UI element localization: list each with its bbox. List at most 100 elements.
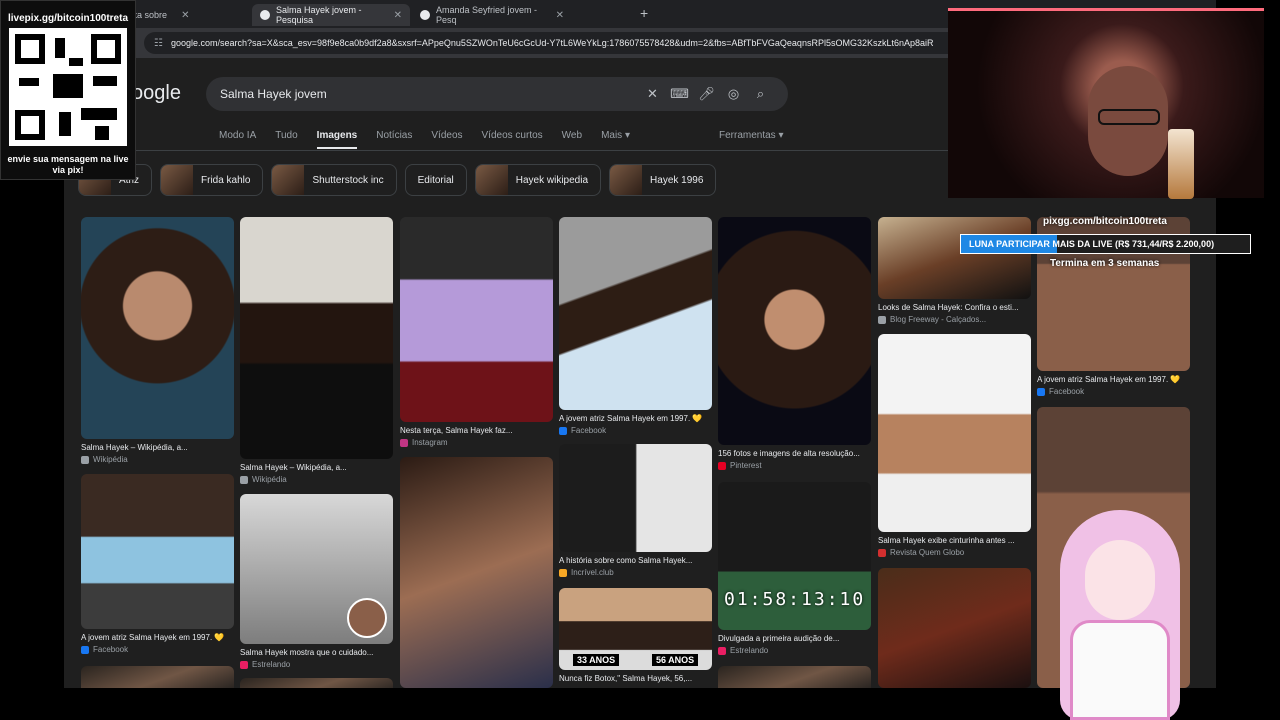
qr-title: livepix.gg/bitcoin100treta: [7, 13, 129, 24]
site-info-icon[interactable]: ☷: [154, 38, 163, 49]
tab-web[interactable]: Web: [562, 130, 582, 149]
chip-thumbnail: [475, 165, 508, 195]
lens-icon[interactable]: ◎: [720, 86, 747, 102]
result-title[interactable]: A jovem atriz Salma Hayek em 1997. 💛: [559, 414, 712, 423]
result-source: Wikipédia: [81, 455, 234, 464]
tab-modo-ia[interactable]: Modo IA: [219, 130, 256, 149]
new-tab-plus-icon[interactable]: +: [640, 5, 648, 21]
result-image[interactable]: [400, 217, 553, 422]
image-result[interactable]: [400, 457, 553, 688]
result-image[interactable]: [878, 568, 1031, 688]
result-image[interactable]: [81, 474, 234, 629]
result-image[interactable]: [718, 666, 871, 688]
image-result[interactable]: Salma Hayek mostra que o cuidado... Estr…: [240, 494, 393, 669]
search-box[interactable]: Salma Hayek jovem ✕ ⌨ 🎤︎ ◎ ⌕: [206, 77, 788, 111]
image-result[interactable]: Salma Hayek exibe cinturinha antes ... R…: [878, 334, 1031, 557]
result-image[interactable]: 33 ANOS 56 ANOS: [559, 588, 712, 670]
facebook-icon: [81, 645, 89, 654]
image-result[interactable]: A jovem atriz Salma Hayek em 1997. 💛 Fac…: [81, 474, 234, 654]
result-image[interactable]: [400, 457, 553, 688]
address-bar[interactable]: ☷ google.com/search?sa=X&sca_esv=98f9e8c…: [144, 32, 1024, 54]
quem-globo-icon: [878, 548, 886, 557]
search-input[interactable]: Salma Hayek jovem: [220, 87, 639, 101]
close-icon[interactable]: ✕: [394, 10, 402, 21]
image-result[interactable]: 33 ANOS 56 ANOS Nunca fiz Botox," Salma …: [559, 588, 712, 683]
image-result[interactable]: [81, 666, 234, 688]
close-icon[interactable]: ✕: [181, 10, 189, 21]
result-image[interactable]: [81, 217, 234, 439]
result-title[interactable]: Salma Hayek mostra que o cuidado...: [240, 648, 393, 657]
browser-tab-active[interactable]: Salma Hayek jovem - Pesquisa ✕: [252, 4, 410, 26]
result-image[interactable]: [878, 217, 1031, 299]
avatar: [347, 598, 387, 638]
close-icon[interactable]: ✕: [556, 10, 564, 21]
result-source: Facebook: [81, 645, 234, 654]
goal-ends-label: Termina em 3 semanas: [1050, 258, 1160, 269]
google-logo[interactable]: oogle: [132, 82, 181, 105]
search-icon[interactable]: ⌕: [747, 86, 774, 102]
age-label: 33 ANOS: [573, 654, 620, 666]
image-result[interactable]: [240, 678, 393, 688]
image-result[interactable]: Salma Hayek – Wikipédia, a... Wikipédia: [240, 217, 393, 484]
goal-text: LUNA PARTICIPAR MAIS DA LIVE (R$ 731,44/…: [969, 239, 1215, 249]
tab-imagens[interactable]: Imagens: [316, 130, 358, 149]
result-image[interactable]: [240, 494, 393, 644]
tools-button[interactable]: Ferramentas ▾: [719, 130, 783, 141]
chip-hayek-1996[interactable]: Hayek 1996: [609, 164, 717, 196]
result-image[interactable]: 01:58:13:10: [718, 482, 871, 630]
result-title[interactable]: A jovem atriz Salma Hayek em 1997. 💛: [81, 633, 234, 642]
result-source: Facebook: [1037, 387, 1190, 396]
tab-videos-curtos[interactable]: Vídeos curtos: [482, 130, 543, 149]
image-result[interactable]: Salma Hayek – Wikipédia, a... Wikipédia: [81, 217, 234, 464]
facebook-icon: [559, 426, 567, 435]
image-result[interactable]: 156 fotos e imagens de alta resolução...…: [718, 217, 871, 470]
result-title[interactable]: Salma Hayek – Wikipédia, a...: [81, 443, 234, 452]
qr-code: [9, 28, 127, 146]
facebook-icon: [1037, 387, 1045, 396]
tab-tudo[interactable]: Tudo: [275, 130, 297, 149]
result-image[interactable]: [81, 666, 234, 688]
image-result[interactable]: 01:58:13:10 Divulgada a primeira audição…: [718, 482, 871, 655]
chip-editorial[interactable]: Editorial: [404, 164, 467, 196]
qr-footer: envie sua mensagem na live via pix!: [7, 154, 129, 175]
url-text: google.com/search?sa=X&sca_esv=98f9e8ca0…: [170, 38, 934, 48]
result-title[interactable]: Divulgada a primeira audição de...: [718, 634, 871, 643]
chip-hayek-wikipedia[interactable]: Hayek wikipedia: [474, 164, 602, 196]
screen: ayle se manifesta sobre ✕ Salma Hayek jo…: [0, 0, 1280, 720]
result-image[interactable]: [240, 678, 393, 688]
result-image[interactable]: [559, 444, 712, 552]
image-result[interactable]: A jovem atriz Salma Hayek em 1997. 💛 Fac…: [559, 217, 712, 435]
result-title[interactable]: Salma Hayek – Wikipédia, a...: [240, 463, 393, 472]
clear-icon[interactable]: ✕: [639, 86, 666, 102]
browser-tab[interactable]: Amanda Seyfried jovem - Pesq ✕: [412, 4, 572, 26]
tab-videos[interactable]: Vídeos: [431, 130, 462, 149]
image-result[interactable]: A história sobre como Salma Hayek... Inc…: [559, 444, 712, 577]
result-image[interactable]: [718, 217, 871, 445]
image-result[interactable]: [878, 568, 1031, 688]
result-title[interactable]: A jovem atriz Salma Hayek em 1997. 💛: [1037, 375, 1190, 384]
chip-thumbnail: [272, 165, 305, 195]
microphone-icon[interactable]: 🎤︎: [693, 86, 720, 102]
result-image[interactable]: [240, 217, 393, 459]
result-title[interactable]: Salma Hayek exibe cinturinha antes ...: [878, 536, 1031, 545]
result-title[interactable]: Nunca fiz Botox," Salma Hayek, 56,...: [559, 674, 712, 683]
result-image[interactable]: [559, 217, 712, 410]
result-source: Pinterest: [718, 461, 871, 470]
result-image[interactable]: [878, 334, 1031, 532]
pix-url-label: pixgg.com/bitcoin100treta: [1043, 216, 1167, 227]
image-result[interactable]: [718, 666, 871, 688]
result-source: Facebook: [559, 426, 712, 435]
tab-title: Amanda Seyfried jovem - Pesq: [436, 5, 538, 25]
tab-title: Salma Hayek jovem - Pesquisa: [276, 5, 362, 25]
blog-freeway-icon: [878, 315, 886, 324]
keyboard-icon[interactable]: ⌨: [666, 86, 693, 102]
image-result[interactable]: Nesta terça, Salma Hayek faz... Instagra…: [400, 217, 553, 447]
tab-mais[interactable]: Mais ▾: [601, 130, 630, 149]
chip-shutterstock[interactable]: Shutterstock inc: [271, 164, 397, 196]
tab-noticias[interactable]: Notícias: [376, 130, 412, 149]
result-title[interactable]: A história sobre como Salma Hayek...: [559, 556, 712, 565]
chip-frida-kahlo[interactable]: Frida kahlo: [160, 164, 264, 196]
result-title[interactable]: Looks de Salma Hayek: Confira o esti...: [878, 303, 1031, 312]
result-title[interactable]: Nesta terça, Salma Hayek faz...: [400, 426, 553, 435]
result-title[interactable]: 156 fotos e imagens de alta resolução...: [718, 449, 871, 458]
